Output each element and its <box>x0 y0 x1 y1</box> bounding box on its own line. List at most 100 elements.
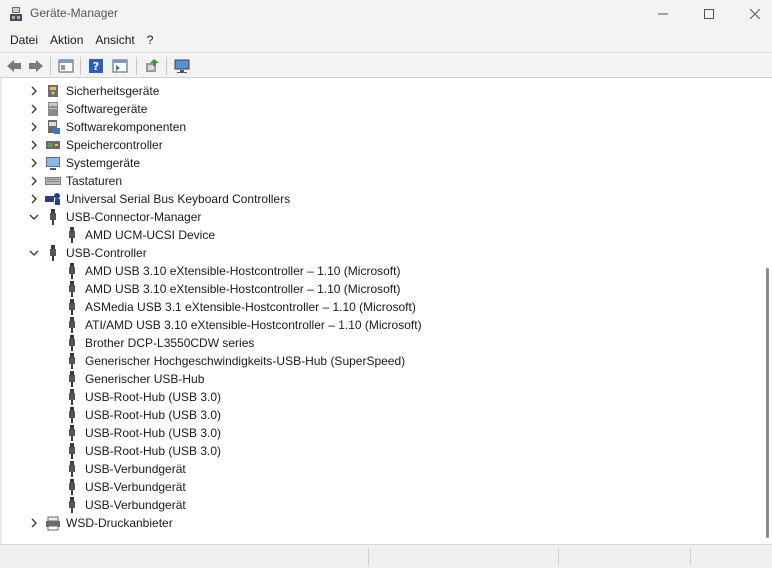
tree-item-label: Generischer USB-Hub <box>85 372 205 386</box>
tree-item-label: Softwaregeräte <box>66 102 148 116</box>
security-device-icon <box>48 85 58 97</box>
usb-keyboard-controller-icon <box>45 193 60 205</box>
tree-item-label: ATI/AMD USB 3.10 eXtensible-Hostcontroll… <box>85 318 422 332</box>
usb-icon <box>69 299 75 315</box>
usb-icon <box>50 245 56 261</box>
usb-icon <box>69 335 75 351</box>
usb-icon <box>69 263 75 279</box>
tree-category[interactable]: USB-Controller <box>2 244 762 262</box>
tree-device[interactable]: USB-Root-Hub (USB 3.0) <box>2 406 762 424</box>
tree-item-label: ASMedia USB 3.1 eXtensible-Hostcontrolle… <box>85 300 416 314</box>
chevron-right-icon[interactable] <box>28 136 40 154</box>
tree-device[interactable]: Generischer USB-Hub <box>2 370 762 388</box>
update-driver-button[interactable] <box>142 56 162 76</box>
chevron-right-icon[interactable] <box>28 172 40 190</box>
chevron-down-icon[interactable] <box>28 244 40 262</box>
software-device-icon <box>48 102 58 116</box>
show-hide-tree-icon <box>112 59 128 73</box>
tree-item-label: Brother DCP-L3550CDW series <box>85 336 255 350</box>
back-button[interactable] <box>4 56 24 76</box>
usb-icon <box>69 497 75 513</box>
forward-icon <box>29 60 43 72</box>
menu-ansicht[interactable]: Ansicht <box>89 28 140 52</box>
tree-device[interactable]: AMD USB 3.10 eXtensible-Hostcontroller –… <box>2 262 762 280</box>
tree-item-label: USB-Root-Hub (USB 3.0) <box>85 426 222 440</box>
software-component-icon <box>48 120 60 134</box>
tree-category[interactable]: Systemgeräte <box>2 154 762 172</box>
tree-device[interactable]: Brother DCP-L3550CDW series <box>2 334 762 352</box>
tree-device[interactable]: USB-Verbundgerät <box>2 460 762 478</box>
tree-device[interactable]: ASMedia USB 3.1 eXtensible-Hostcontrolle… <box>2 298 762 316</box>
status-cell <box>368 548 558 566</box>
menu-help[interactable]: ? <box>141 28 160 52</box>
usb-icon <box>69 281 75 297</box>
usb-icon <box>69 461 75 477</box>
chevron-right-icon[interactable] <box>28 514 40 532</box>
usb-icon <box>69 389 75 405</box>
usb-icon <box>69 353 75 369</box>
tree-category[interactable]: Softwarekomponenten <box>2 118 762 136</box>
close-button[interactable] <box>732 0 772 28</box>
properties-pane-button[interactable] <box>56 56 76 76</box>
forward-button[interactable] <box>26 56 46 76</box>
device-manager-icon <box>10 7 22 21</box>
scan-hardware-button[interactable] <box>172 56 192 76</box>
tree-category[interactable]: Sicherheitsgeräte <box>2 82 762 100</box>
tree-category[interactable]: Speichercontroller <box>2 136 762 154</box>
tree-item-label: USB-Controller <box>66 246 147 260</box>
device-tree-pane[interactable]: Sicherheitsgeräte Softwaregeräte Softwarek… <box>0 78 772 544</box>
window-title: Geräte-Manager <box>30 6 119 20</box>
tree-device[interactable]: USB-Root-Hub (USB 3.0) <box>2 388 762 406</box>
tree-item-label: Generischer Hochgeschwindigkeits-USB-Hub… <box>85 354 406 368</box>
keyboard-icon <box>45 177 61 185</box>
usb-icon <box>69 371 75 387</box>
tree-item-label: USB-Verbundgerät <box>85 462 186 476</box>
usb-icon <box>69 443 75 459</box>
show-hide-tree-button[interactable] <box>110 56 130 76</box>
tree-item-label: Sicherheitsgeräte <box>66 84 160 98</box>
chevron-right-icon[interactable] <box>28 190 40 208</box>
toolbar-separator <box>50 57 51 75</box>
tree-item-label: USB-Verbundgerät <box>85 480 186 494</box>
maximize-icon <box>704 9 714 19</box>
storage-controller-icon <box>46 141 60 149</box>
usb-icon <box>69 227 75 243</box>
menu-aktion[interactable]: Aktion <box>44 28 89 52</box>
tree-item-label: AMD UCM-UCSI Device <box>85 228 216 242</box>
usb-icon <box>69 407 75 423</box>
tree-item-label: Universal Serial Bus Keyboard Controller… <box>66 192 291 206</box>
tree-device[interactable]: USB-Verbundgerät <box>2 478 762 496</box>
tree-device[interactable]: USB-Root-Hub (USB 3.0) <box>2 442 762 460</box>
chevron-right-icon[interactable] <box>28 154 40 172</box>
vertical-scrollbar[interactable] <box>762 78 772 544</box>
tree-category[interactable]: Universal Serial Bus Keyboard Controller… <box>2 190 762 208</box>
tree-item-label: USB-Root-Hub (USB 3.0) <box>85 444 222 458</box>
tree-device[interactable]: USB-Verbundgerät <box>2 496 762 514</box>
chevron-right-icon[interactable] <box>28 100 40 118</box>
tree-item-label: Systemgeräte <box>66 156 141 170</box>
help-button[interactable]: ? <box>86 56 106 76</box>
maximize-button[interactable] <box>686 0 732 28</box>
minimize-button[interactable] <box>640 0 686 28</box>
scrollbar-thumb[interactable] <box>766 268 769 538</box>
toolbar: ? <box>0 52 772 78</box>
chevron-down-icon[interactable] <box>28 208 40 226</box>
menu-datei[interactable]: Datei <box>4 28 44 52</box>
device-tree: Sicherheitsgeräte Softwaregeräte Softwarek… <box>2 82 762 532</box>
tree-device[interactable]: Generischer Hochgeschwindigkeits-USB-Hub… <box>2 352 762 370</box>
tree-category[interactable]: Tastaturen <box>2 172 762 190</box>
tree-item-label: WSD-Druckanbieter <box>66 516 173 530</box>
tree-device[interactable]: ATI/AMD USB 3.10 eXtensible-Hostcontroll… <box>2 316 762 334</box>
tree-category[interactable]: USB-Connector-Manager <box>2 208 762 226</box>
chevron-right-icon[interactable] <box>28 118 40 136</box>
chevron-right-icon[interactable] <box>28 82 40 100</box>
tree-device[interactable]: AMD USB 3.10 eXtensible-Hostcontroller –… <box>2 280 762 298</box>
tree-device[interactable]: AMD UCM-UCSI Device <box>2 226 762 244</box>
title-bar: Geräte-Manager <box>0 0 772 28</box>
tree-category[interactable]: WSD-Druckanbieter <box>2 514 762 532</box>
tree-device[interactable]: USB-Root-Hub (USB 3.0) <box>2 424 762 442</box>
usb-icon <box>69 479 75 495</box>
status-bar <box>0 544 772 568</box>
toolbar-separator <box>136 57 137 75</box>
tree-category[interactable]: Softwaregeräte <box>2 100 762 118</box>
